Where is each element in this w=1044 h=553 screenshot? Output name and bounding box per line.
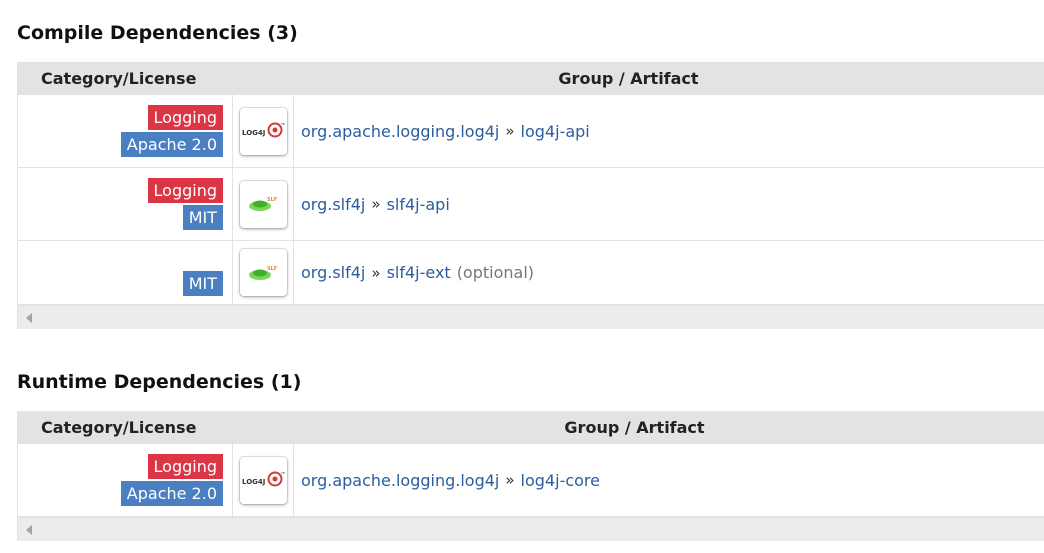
log4j-logo-icon[interactable]: LOG4J TM — [239, 107, 287, 155]
svg-text:SLF: SLF — [267, 266, 277, 272]
horizontal-scrollbar[interactable] — [18, 517, 1044, 541]
separator: » — [505, 122, 515, 140]
artifact-link[interactable]: slf4j-ext — [387, 263, 451, 282]
license-badge-mit[interactable]: MIT — [182, 205, 223, 230]
category-badge-logging[interactable]: Logging — [147, 178, 223, 203]
separator: » — [505, 471, 515, 489]
category-license-cell: MIT — [18, 241, 233, 304]
group-link[interactable]: org.slf4j — [301, 263, 365, 282]
group-artifact-header: Group / Artifact — [564, 418, 705, 437]
svg-text:LOG4J: LOG4J — [242, 129, 265, 137]
logo-cell: SLF — [233, 241, 294, 304]
optional-note: (optional) — [456, 263, 535, 282]
table-row: Logging Apache 2.0 LOG4J TM org.apache.l… — [18, 444, 1044, 517]
table-header: Category/License Group / Artifact — [18, 411, 1044, 444]
table-header: Category/License Group / Artifact — [18, 62, 1044, 95]
category-license-header: Category/License — [41, 69, 197, 88]
scroll-left-icon[interactable] — [26, 313, 32, 323]
group-link[interactable]: org.apache.logging.log4j — [301, 122, 499, 141]
artifact-link[interactable]: log4j-api — [521, 122, 590, 141]
group-artifact-cell: org.apache.logging.log4j » log4j-core — [294, 444, 1044, 516]
table-row: Logging Apache 2.0 LOG4J TM org.apache.l… — [18, 95, 1044, 168]
logo-cell: LOG4J TM — [233, 95, 294, 167]
category-license-cell: Logging MIT — [18, 168, 233, 240]
svg-text:TM: TM — [280, 122, 285, 126]
group-artifact-cell: org.slf4j » slf4j-api — [294, 168, 1044, 240]
table-row: MIT SLF org.slf4j » slf4j-ext (optional) — [18, 241, 1044, 305]
group-link[interactable]: org.apache.logging.log4j — [301, 471, 499, 490]
scroll-left-icon[interactable] — [26, 525, 32, 535]
license-badge-apache[interactable]: Apache 2.0 — [120, 481, 223, 506]
category-license-cell: Logging Apache 2.0 — [18, 95, 233, 167]
separator: » — [371, 263, 381, 282]
artifact-link[interactable]: slf4j-api — [387, 195, 450, 214]
category-license-cell: Logging Apache 2.0 — [18, 444, 233, 516]
runtime-dependencies-title: Runtime Dependencies (1) — [17, 371, 302, 393]
artifact-link[interactable]: log4j-core — [521, 471, 600, 490]
group-artifact-header: Group / Artifact — [558, 69, 699, 88]
svg-text:LOG4J: LOG4J — [242, 478, 265, 486]
group-artifact-cell: org.apache.logging.log4j » log4j-api — [294, 95, 1044, 167]
separator: » — [371, 195, 381, 213]
runtime-dependencies-table: Category/License Group / Artifact Loggin… — [17, 411, 1044, 541]
category-badge-logging[interactable]: Logging — [147, 454, 223, 479]
group-link[interactable]: org.slf4j — [301, 195, 365, 214]
slf4j-logo-icon[interactable]: SLF — [239, 180, 287, 228]
svg-text:SLF: SLF — [267, 197, 277, 203]
compile-dependencies-table: Category/License Group / Artifact Loggin… — [17, 62, 1044, 329]
category-license-header: Category/License — [41, 418, 197, 437]
logo-cell: SLF — [233, 168, 294, 240]
svg-text:TM: TM — [280, 471, 285, 475]
horizontal-scrollbar[interactable] — [18, 305, 1044, 329]
category-badge-logging[interactable]: Logging — [147, 105, 223, 130]
log4j-logo-icon[interactable]: LOG4J TM — [239, 456, 287, 504]
license-badge-apache[interactable]: Apache 2.0 — [120, 132, 223, 157]
compile-dependencies-title: Compile Dependencies (3) — [17, 22, 298, 44]
slf4j-logo-icon[interactable]: SLF — [239, 249, 287, 296]
group-artifact-cell: org.slf4j » slf4j-ext (optional) — [294, 241, 1044, 304]
license-badge-mit[interactable]: MIT — [182, 271, 223, 296]
logo-cell: LOG4J TM — [233, 444, 294, 516]
table-row: Logging MIT SLF org.slf4j » slf4j-api — [18, 168, 1044, 241]
